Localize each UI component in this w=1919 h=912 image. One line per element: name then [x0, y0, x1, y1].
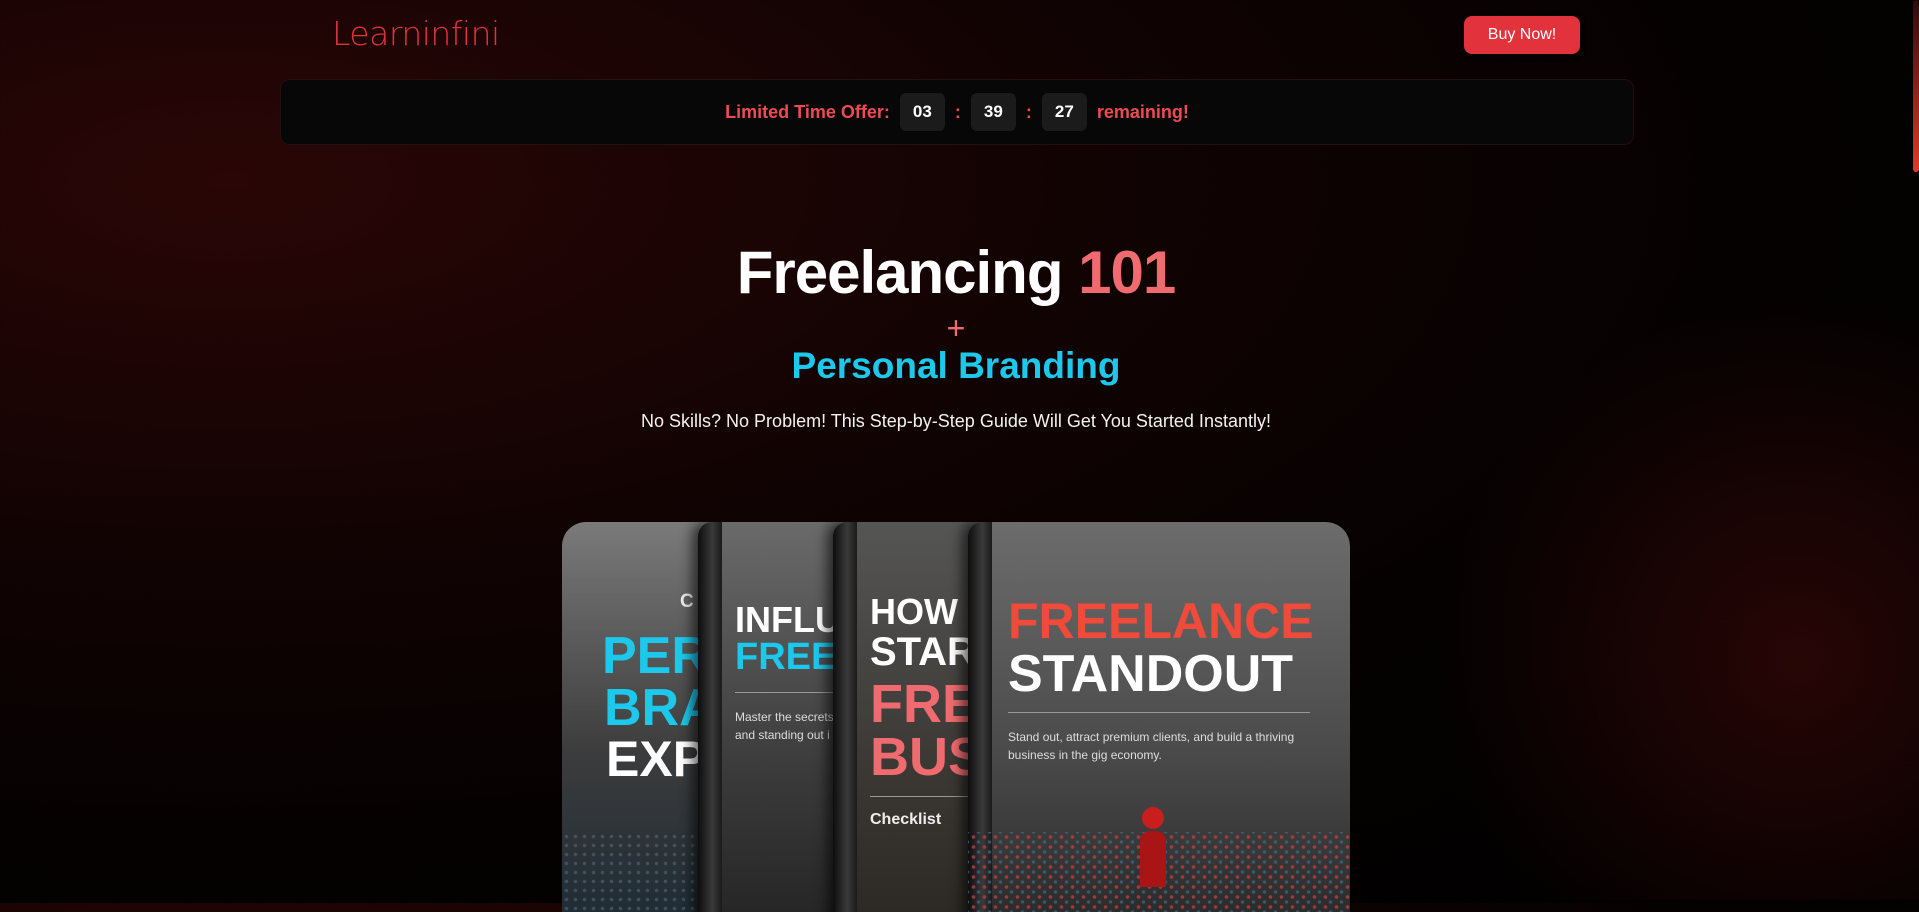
book-title-line: HOW — [870, 591, 958, 632]
book-title-line: PER — [602, 627, 709, 685]
offer-suffix: remaining! — [1096, 101, 1189, 122]
countdown-separator: : — [1025, 101, 1032, 122]
book-description: Master the secrets and standing out i — [735, 710, 834, 742]
book-label: Checklist — [870, 811, 942, 828]
hero-title-accent: 101 — [1078, 239, 1176, 306]
book-title-line: STANDOUT — [1008, 645, 1294, 703]
book-description: Stand out, attract premium clients, and … — [1008, 730, 1295, 762]
hero-title-main: Freelancing — [736, 239, 1064, 306]
background-glow — [1319, 300, 1919, 900]
book-showcase: C PER BRA EXP INFLU FREE Master the secr… — [562, 522, 1350, 912]
scrollbar[interactable] — [1913, 0, 1919, 172]
countdown-separator: : — [954, 101, 961, 122]
buy-now-button[interactable]: Buy Now! — [1464, 16, 1580, 54]
countdown-seconds: 27 — [1041, 93, 1087, 131]
book-title-line: EXP — [606, 731, 707, 787]
offer-label: Limited Time Offer: — [725, 101, 890, 122]
book-title-line: STAR — [870, 630, 976, 674]
book-title-line: INFLU — [735, 599, 841, 640]
plus-sign: + — [946, 310, 966, 346]
offer-banner: Limited Time Offer: 03 : 39 : 27 remaini… — [280, 79, 1634, 145]
book-divider — [1008, 712, 1310, 713]
book-title-line: BUS — [870, 727, 985, 787]
hero-subtitle: Personal Branding — [791, 345, 1121, 386]
book-top-text: C — [680, 591, 694, 612]
book-spine — [698, 522, 722, 912]
logo[interactable]: Learninfini — [332, 14, 500, 53]
hero-title: Freelancing 101 — [0, 238, 1912, 307]
hero-tagline: No Skills? No Problem! This Step-by-Step… — [641, 411, 1271, 431]
book-cover-freelance-standout: FREELANCE STANDOUT Stand out, attract pr… — [968, 522, 1350, 912]
countdown-hours: 03 — [899, 93, 945, 131]
countdown-minutes: 39 — [970, 93, 1016, 131]
book-title-line: FREE — [735, 636, 837, 678]
book-title-line: FREELANCE — [1008, 593, 1314, 649]
standout-figure-icon — [1140, 807, 1166, 887]
book-spine — [833, 522, 857, 912]
